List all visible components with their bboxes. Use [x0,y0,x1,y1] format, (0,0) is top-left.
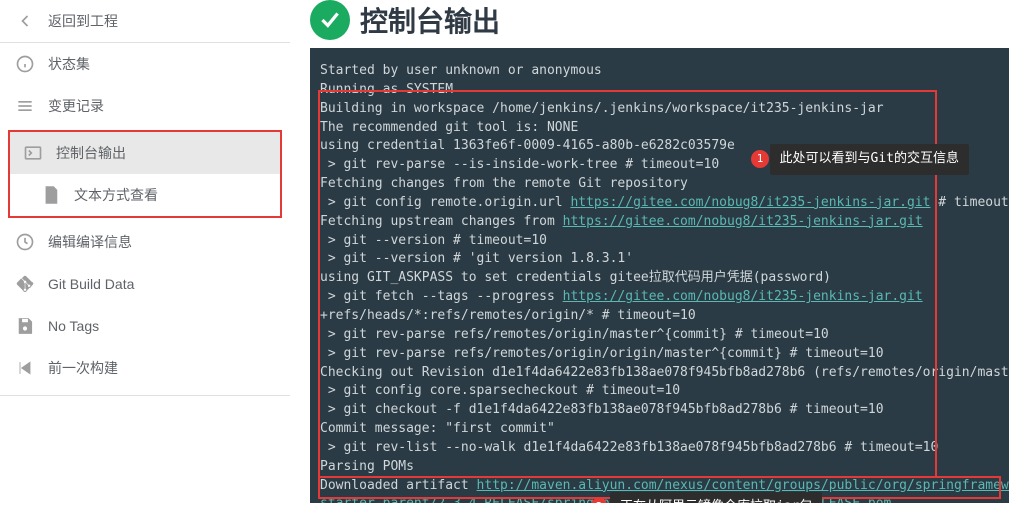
sidebar-textview[interactable]: 文本方式查看 [10,174,280,216]
annotation-badge-1: 1 [751,150,769,168]
sidebar-editbuild[interactable]: 编辑编译信息 [0,221,290,263]
info-icon [14,53,36,75]
annotation-tooltip-1: 此处可以看到与Git的交互信息 [770,144,969,175]
save-icon [14,315,36,337]
git-icon [14,273,36,295]
sidebar: 返回到工程 状态集 变更记录 控制台输出 文本方式查看 编辑编译信息 Git B… [0,0,290,505]
terminal-icon [22,142,44,164]
skip-back-icon [14,357,36,379]
sidebar-label: 编辑编译信息 [48,232,132,252]
sidebar-label: Git Build Data [48,276,134,292]
success-check-icon [310,0,350,40]
sidebar-notags[interactable]: No Tags [0,305,290,347]
sidebar-label: 文本方式查看 [74,185,158,205]
log-line: Started by user unknown or anonymous [320,62,999,81]
sidebar-label: 控制台输出 [56,143,126,163]
sidebar-prevbuild[interactable]: 前一次构建 [0,347,290,389]
sidebar-console-group: 控制台输出 文本方式查看 [8,130,282,218]
page-header: 控制台输出 [290,0,1009,48]
list-icon [14,95,36,117]
annotation-tooltip-2: 正在从阿里云镜像仓库拉取jar包 [610,492,822,503]
history-icon [14,231,36,253]
sidebar-console[interactable]: 控制台输出 [10,132,280,174]
sidebar-label: 状态集 [48,54,90,74]
sidebar-changes[interactable]: 变更记录 [0,85,290,127]
document-icon [40,184,62,206]
console-output: Started by user unknown or anonymous Run… [310,48,1009,503]
sidebar-label: 变更记录 [48,96,104,116]
page-title: 控制台输出 [360,0,500,40]
sidebar-label: 前一次构建 [48,358,118,378]
main-content: 控制台输出 Started by user unknown or anonymo… [290,0,1009,505]
sidebar-gitbuild[interactable]: Git Build Data [0,263,290,305]
sidebar-status[interactable]: 状态集 [0,43,290,85]
sidebar-label: 返回到工程 [48,11,118,31]
arrow-left-icon [14,10,36,32]
sidebar-label: No Tags [48,318,99,334]
sidebar-back[interactable]: 返回到工程 [0,0,290,42]
